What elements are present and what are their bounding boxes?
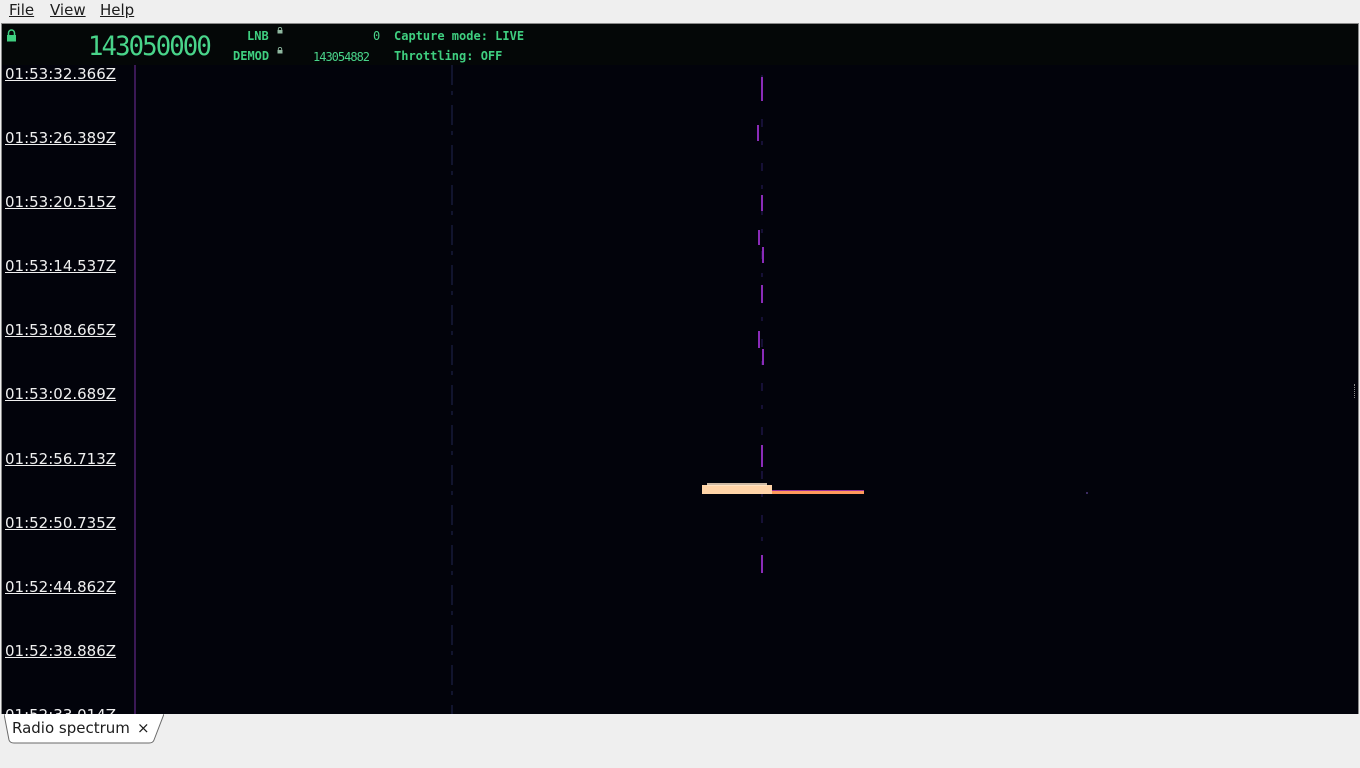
close-icon[interactable]: × <box>137 719 150 737</box>
tab-label: Radio spectrum <box>12 719 130 737</box>
timestamp-7[interactable]: 01:52:50.735Z <box>5 514 116 532</box>
timestamp-3[interactable]: 01:53:14.537Z <box>5 257 116 275</box>
menu-view-label: View <box>50 1 86 19</box>
timestamp-2[interactable]: 01:53:20.515Z <box>5 193 116 211</box>
padlock-icon[interactable] <box>6 29 17 42</box>
demod-lock-icon[interactable] <box>277 47 283 54</box>
throttling-status: Throttling: OFF <box>394 49 503 63</box>
demod-label: DEMOD <box>233 49 270 63</box>
waterfall-display[interactable]: 01:53:32.366Z 01:53:26.389Z 01:53:20.515… <box>2 65 1358 714</box>
capture-mode-status: Capture mode: LIVE <box>394 29 525 43</box>
menu-file-label: File <box>9 1 35 19</box>
timestamp-5[interactable]: 01:53:02.689Z <box>5 385 116 403</box>
center-frequency[interactable]: 143050000 <box>88 31 212 62</box>
menu-help-label: Help <box>100 1 135 19</box>
timestamp-1[interactable]: 01:53:26.389Z <box>5 129 116 147</box>
lnb-value[interactable]: 0 <box>373 29 380 43</box>
timestamp-8[interactable]: 01:52:44.862Z <box>5 578 116 596</box>
menu-file[interactable]: File <box>9 1 34 19</box>
timestamp-4[interactable]: 01:53:08.665Z <box>5 321 116 339</box>
lnb-lock-icon[interactable] <box>277 27 283 34</box>
tab-radio-spectrum[interactable]: Radio spectrum × <box>4 714 164 744</box>
spectrum-panel: 143050000 LNB 0 DEMOD 143054882 Capture … <box>1 23 1359 715</box>
timestamp-9[interactable]: 01:52:38.886Z <box>5 642 116 660</box>
frequency-header: 143050000 LNB 0 DEMOD 143054882 Capture … <box>2 24 1358 65</box>
menu-view[interactable]: View <box>50 1 86 19</box>
demod-value[interactable]: 143054882 <box>313 50 370 64</box>
timestamp-0[interactable]: 01:53:32.366Z <box>5 65 116 83</box>
timestamp-6[interactable]: 01:52:56.713Z <box>5 450 116 468</box>
waterfall-canvas <box>2 65 1358 714</box>
menu-help[interactable]: Help <box>100 1 134 19</box>
resize-handle[interactable] <box>1354 384 1357 398</box>
tab-bar: Radio spectrum × <box>0 714 1360 768</box>
lnb-label: LNB <box>247 29 269 43</box>
menu-bar: File View Help <box>0 0 1360 23</box>
